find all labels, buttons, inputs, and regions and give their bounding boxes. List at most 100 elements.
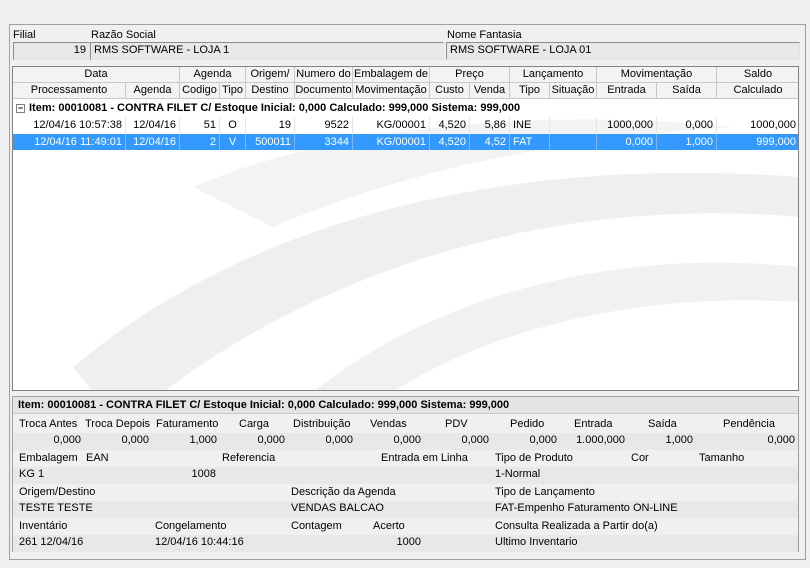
cell-destino: 500011 xyxy=(246,134,295,150)
col-embalagem-mov[interactable]: Movimentação xyxy=(353,83,430,99)
group-header-saldo: Saldo xyxy=(717,67,798,83)
value-ean: 1008 xyxy=(191,468,216,480)
label-pedido: Pedido xyxy=(510,418,545,430)
value-carga: 0,000 xyxy=(257,434,285,446)
col-agenda-codigo[interactable]: Codigo xyxy=(180,83,220,99)
group-header-embalagem: Embalagem de xyxy=(353,67,430,83)
stripe-origem xyxy=(13,501,798,518)
nome-fantasia-label: Nome Fantasia xyxy=(447,29,522,41)
value-tipo-lancamento: FAT-Empenho Faturamento ON-LINE xyxy=(495,502,678,514)
value-consulta: Ultimo Inventario xyxy=(495,536,578,548)
label-referencia: Referencia xyxy=(222,452,276,464)
value-pdv: 0,000 xyxy=(461,434,489,446)
group-header-agenda: Agenda xyxy=(180,67,246,83)
cell-agenda: 12/04/16 xyxy=(126,134,180,150)
col-venda[interactable]: Venda xyxy=(470,83,510,99)
group-header-origem: Origem/ xyxy=(246,67,295,83)
value-pendencia: 0,000 xyxy=(767,434,795,446)
cell-codigo: 2 xyxy=(180,134,220,150)
col-situacao[interactable]: Situação xyxy=(550,83,597,99)
col-entrada[interactable]: Entrada xyxy=(597,83,657,99)
nome-fantasia-field[interactable]: RMS SOFTWARE - LOJA 01 xyxy=(446,42,800,60)
cell-calculado: 1000,000 xyxy=(717,117,798,133)
group-row[interactable]: − Item: 00010081 - CONTRA FILET C/ Estoqu… xyxy=(13,100,798,116)
cell-entrada: 1000,000 xyxy=(597,117,657,133)
label-troca-depois: Troca Depois xyxy=(85,418,151,430)
label-embalagem: Embalagem xyxy=(19,452,78,464)
group-header-preco: Preço xyxy=(430,67,510,83)
movement-grid[interactable]: Data Agenda Origem/ Numero do Embalagem … xyxy=(12,66,799,391)
cell-documento: 3344 xyxy=(295,134,353,150)
group-header-numero: Numero do xyxy=(295,67,353,83)
cell-processamento: 12/04/16 10:57:38 xyxy=(13,117,126,133)
cell-saida: 1,000 xyxy=(657,134,717,150)
group-header-data: Data xyxy=(13,67,180,83)
value-saida: 1,000 xyxy=(665,434,693,446)
col-processamento[interactable]: Processamento xyxy=(13,83,126,99)
cell-custo: 4,520 xyxy=(430,117,470,133)
col-custo[interactable]: Custo xyxy=(430,83,470,99)
group-header-lancamento: Lançamento xyxy=(510,67,597,83)
label-faturamento: Faturamento xyxy=(156,418,219,430)
value-entrada: 1.000,000 xyxy=(576,434,625,446)
value-distribuicao: 0,000 xyxy=(325,434,353,446)
label-troca-antes: Troca Antes xyxy=(19,418,78,430)
cell-destino: 19 xyxy=(246,117,295,133)
label-origem-destino: Origem/Destino xyxy=(19,486,96,498)
detail-title: Item: 00010081 - CONTRA FILET C/ Estoque… xyxy=(13,397,798,414)
cell-custo: 4,520 xyxy=(430,134,470,150)
col-agenda-tipo[interactable]: Tipo xyxy=(220,83,246,99)
value-origem-destino: TESTE TESTE xyxy=(19,502,93,514)
cell-situacao xyxy=(550,134,597,150)
label-saida: Saída xyxy=(648,418,677,430)
label-ean: EAN xyxy=(86,452,109,464)
col-calculado[interactable]: Calculado xyxy=(717,83,798,99)
cell-agenda: 12/04/16 xyxy=(126,117,180,133)
label-distribuicao: Distribuição xyxy=(293,418,351,430)
col-documento[interactable]: Documento xyxy=(295,83,353,99)
label-inventario: Inventário xyxy=(19,520,68,532)
label-pdv: PDV xyxy=(445,418,468,430)
label-cor: Cor xyxy=(631,452,649,464)
value-tipo-produto: 1-Normal xyxy=(495,468,541,480)
col-data-agenda[interactable]: Agenda xyxy=(126,83,180,99)
collapse-toggle-icon[interactable]: − xyxy=(16,103,25,113)
value-troca-antes: 0,000 xyxy=(53,434,81,446)
value-faturamento: 1,000 xyxy=(189,434,217,446)
value-descricao-agenda: VENDAS BALCAO xyxy=(291,502,384,514)
value-pedido: 0,000 xyxy=(529,434,557,446)
cell-lanc-tipo: INE xyxy=(510,117,550,133)
label-acerto: Acerto xyxy=(373,520,405,532)
filial-field[interactable]: 19 xyxy=(13,42,90,60)
cell-calculado: 999,000 xyxy=(717,134,798,150)
razao-social-label: Razão Social xyxy=(91,29,156,41)
cell-embalagem: KG/00001 xyxy=(353,134,430,150)
cell-embalagem: KG/00001 xyxy=(353,117,430,133)
label-consulta: Consulta Realizada a Partir do(a) xyxy=(495,520,658,532)
value-troca-depois: 0,000 xyxy=(121,434,149,446)
col-lanc-tipo[interactable]: Tipo xyxy=(510,83,550,99)
group-header-movimentacao: Movimentação xyxy=(597,67,717,83)
label-pendencia: Pendência xyxy=(723,418,775,430)
label-descricao-agenda: Descrição da Agenda xyxy=(291,486,396,498)
label-tipo-produto: Tipo de Produto xyxy=(495,452,573,464)
razao-social-field[interactable]: RMS SOFTWARE - LOJA 1 xyxy=(90,42,444,60)
cell-processamento: 12/04/16 11:49:01 xyxy=(13,134,126,150)
cell-lanc-tipo: FAT xyxy=(510,134,550,150)
cell-venda: 4,52 xyxy=(470,134,510,150)
cell-entrada: 0,000 xyxy=(597,134,657,150)
col-saida[interactable]: Saída xyxy=(657,83,717,99)
value-embalagem: KG 1 xyxy=(19,468,45,480)
cell-situacao xyxy=(550,117,597,133)
label-vendas: Vendas xyxy=(370,418,407,430)
col-destino[interactable]: Destino xyxy=(246,83,295,99)
label-entrada: Entrada xyxy=(574,418,613,430)
cell-venda: 5,86 xyxy=(470,117,510,133)
value-inventario: 261 12/04/16 xyxy=(19,536,84,548)
label-tipo-lancamento: Tipo de Lançamento xyxy=(495,486,595,498)
filial-label: Filial xyxy=(13,29,36,41)
value-congelamento: 12/04/16 10:44:16 xyxy=(155,536,244,548)
value-vendas: 0,000 xyxy=(393,434,421,446)
label-contagem: Contagem xyxy=(291,520,342,532)
label-tamanho: Tamanho xyxy=(699,452,745,464)
